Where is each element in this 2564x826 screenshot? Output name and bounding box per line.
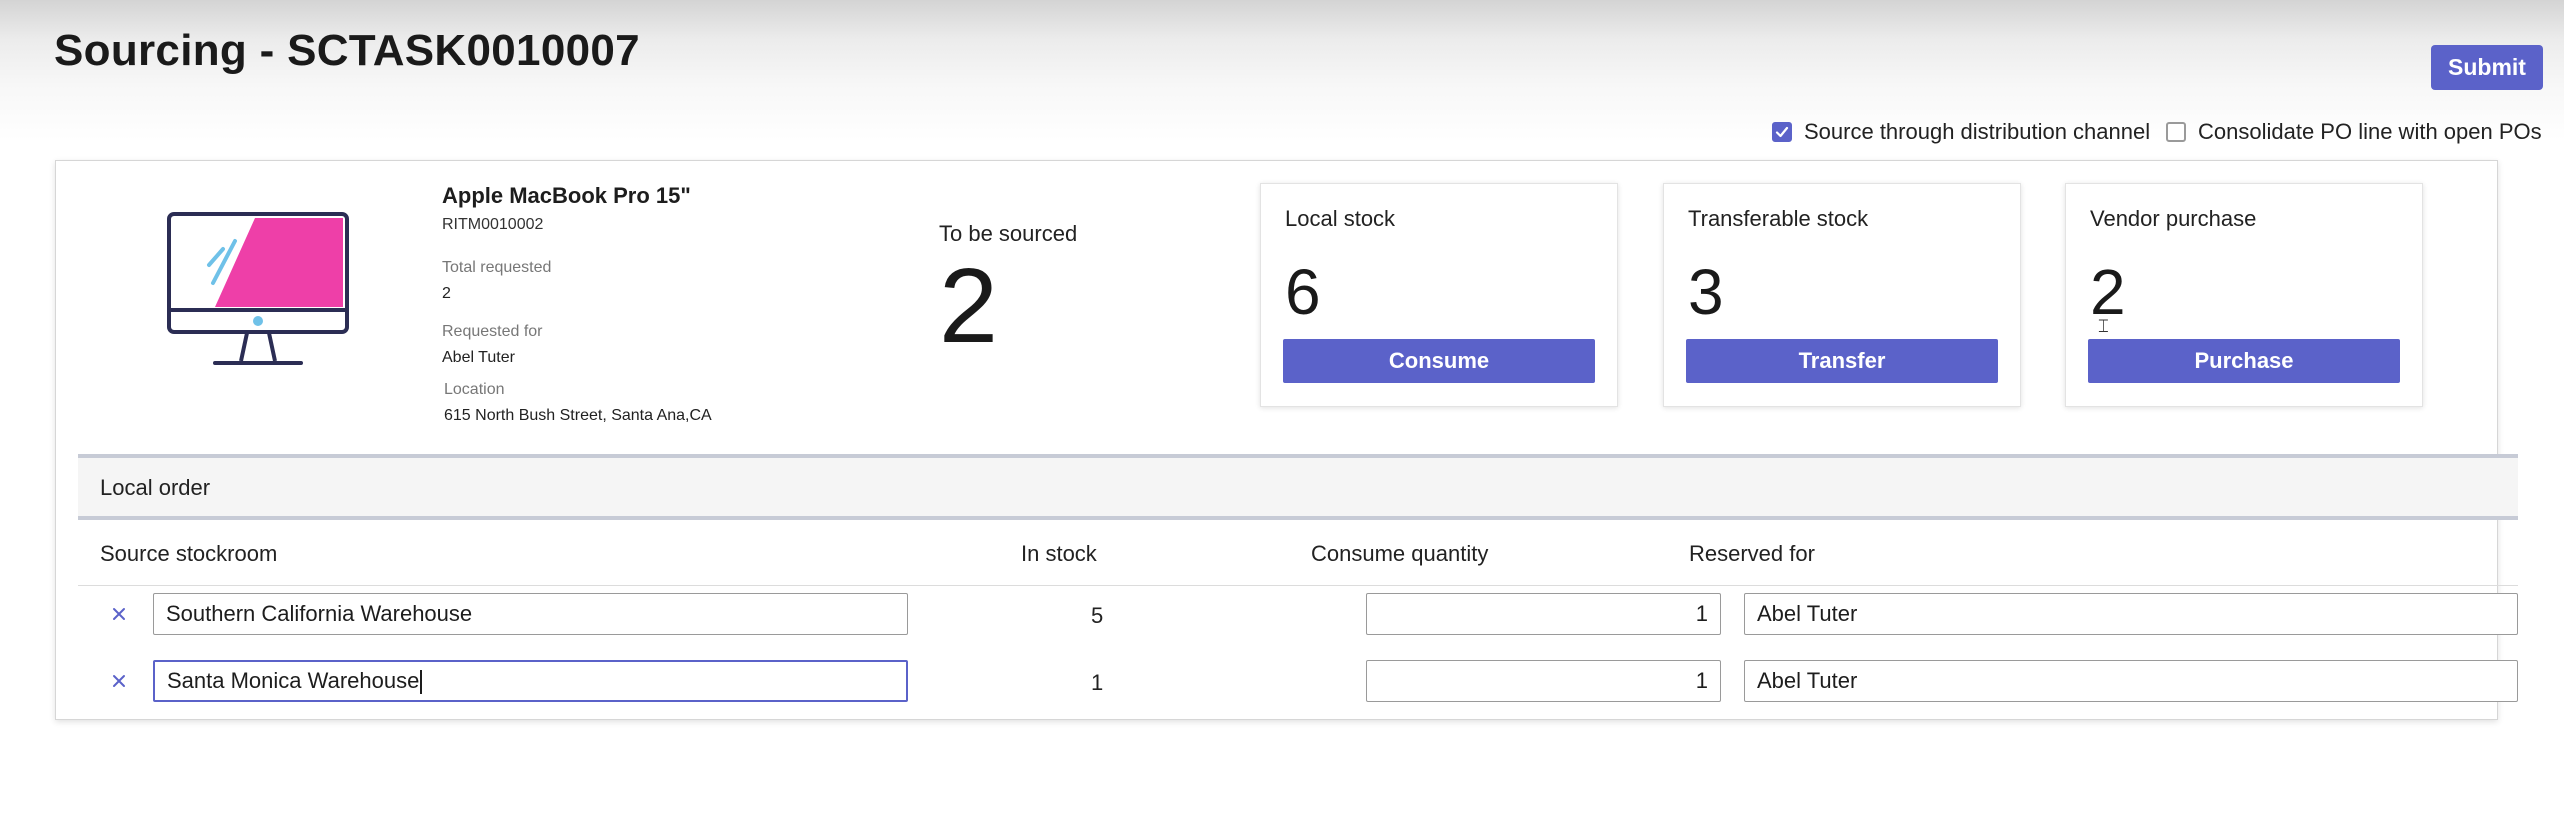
checkmark-icon xyxy=(1775,126,1789,138)
consolidate-po-label: Consolidate PO line with open POs xyxy=(2198,119,2542,144)
page-title: Sourcing - SCTASK0010007 xyxy=(54,26,640,75)
consolidate-po-option[interactable]: Consolidate PO line with open POs xyxy=(2166,118,2542,146)
total-requested-value: 2 xyxy=(442,285,451,302)
product-name: Apple MacBook Pro 15" xyxy=(442,183,691,208)
source-stockroom-value: Southern California Warehouse xyxy=(166,601,473,626)
total-requested-label: Total requested xyxy=(442,259,552,276)
local-stock-label: Local stock xyxy=(1285,206,1396,231)
transferable-stock-card: Transferable stock 3 Transfer xyxy=(1663,183,2021,407)
consolidate-po-checkbox[interactable] xyxy=(2166,122,2186,142)
reserved-for-field[interactable]: Abel Tuter xyxy=(1744,593,2518,635)
column-header-source-stockroom: Source stockroom xyxy=(100,541,278,566)
remove-row-icon[interactable] xyxy=(108,603,130,625)
local-stock-card: Local stock 6 Consume xyxy=(1260,183,1618,407)
vendor-purchase-label: Vendor purchase xyxy=(2090,206,2257,231)
local-stock-value: 6 xyxy=(1285,256,1321,328)
source-through-distribution-option[interactable]: Source through distribution channel xyxy=(1772,118,2150,146)
requested-for-label: Requested for xyxy=(442,323,543,340)
submit-button[interactable]: Submit xyxy=(2431,45,2543,90)
source-stockroom-field[interactable]: Southern California Warehouse xyxy=(153,593,908,635)
vendor-purchase-value: 2 xyxy=(2090,256,2126,328)
column-header-reserved-for: Reserved for xyxy=(1689,541,1815,566)
local-order-header: Local order xyxy=(78,454,2518,520)
purchase-button[interactable]: Purchase xyxy=(2088,339,2400,383)
source-stockroom-value: Santa Monica Warehouse xyxy=(167,668,420,693)
in-stock-value: 1 xyxy=(1091,670,1104,695)
transfer-button[interactable]: Transfer xyxy=(1686,339,1998,383)
to-be-sourced-label: To be sourced xyxy=(939,221,1078,246)
source-stockroom-field[interactable]: Santa Monica Warehouse xyxy=(153,660,908,702)
to-be-sourced-value: 2 xyxy=(939,247,998,365)
remove-row-icon[interactable] xyxy=(108,670,130,692)
table-row: Santa Monica Warehouse 1 1 Abel Tuter xyxy=(78,658,2518,718)
source-through-distribution-label: Source through distribution channel xyxy=(1804,119,2151,144)
consume-quantity-value: 1 xyxy=(1695,668,1708,693)
monitor-icon xyxy=(167,212,349,365)
reserved-for-value: Abel Tuter xyxy=(1757,601,1858,626)
consume-button[interactable]: Consume xyxy=(1283,339,1595,383)
text-caret xyxy=(420,670,423,695)
sourcing-card: Apple MacBook Pro 15" RITM0010002 Total … xyxy=(55,160,2518,720)
table-header-divider xyxy=(78,585,2518,586)
column-header-consume-quantity: Consume quantity xyxy=(1311,541,1489,566)
location-label: Location xyxy=(444,381,505,398)
local-order-title: Local order xyxy=(100,475,211,500)
transferable-stock-label: Transferable stock xyxy=(1688,206,1869,231)
consume-quantity-field[interactable]: 1 xyxy=(1366,593,1721,635)
source-through-distribution-checkbox[interactable] xyxy=(1772,122,1792,142)
transferable-stock-value: 3 xyxy=(1688,256,1724,328)
column-header-in-stock: In stock xyxy=(1021,541,1097,566)
location-value: 615 North Bush Street, Santa Ana,CA xyxy=(444,407,712,424)
table-row: Southern California Warehouse 5 1 Abel T… xyxy=(78,591,2518,651)
reserved-for-field[interactable]: Abel Tuter xyxy=(1744,660,2518,702)
vendor-purchase-card: Vendor purchase 2 ⌶ Purchase xyxy=(2065,183,2423,407)
in-stock-value: 5 xyxy=(1091,603,1104,628)
consume-quantity-field[interactable]: 1 xyxy=(1366,660,1721,702)
reserved-for-value: Abel Tuter xyxy=(1757,668,1858,693)
ritm-number: RITM0010002 xyxy=(442,216,544,233)
consume-quantity-value: 1 xyxy=(1695,601,1708,626)
text-cursor-icon: ⌶ xyxy=(2098,316,2109,336)
requested-for-value: Abel Tuter xyxy=(442,349,515,366)
